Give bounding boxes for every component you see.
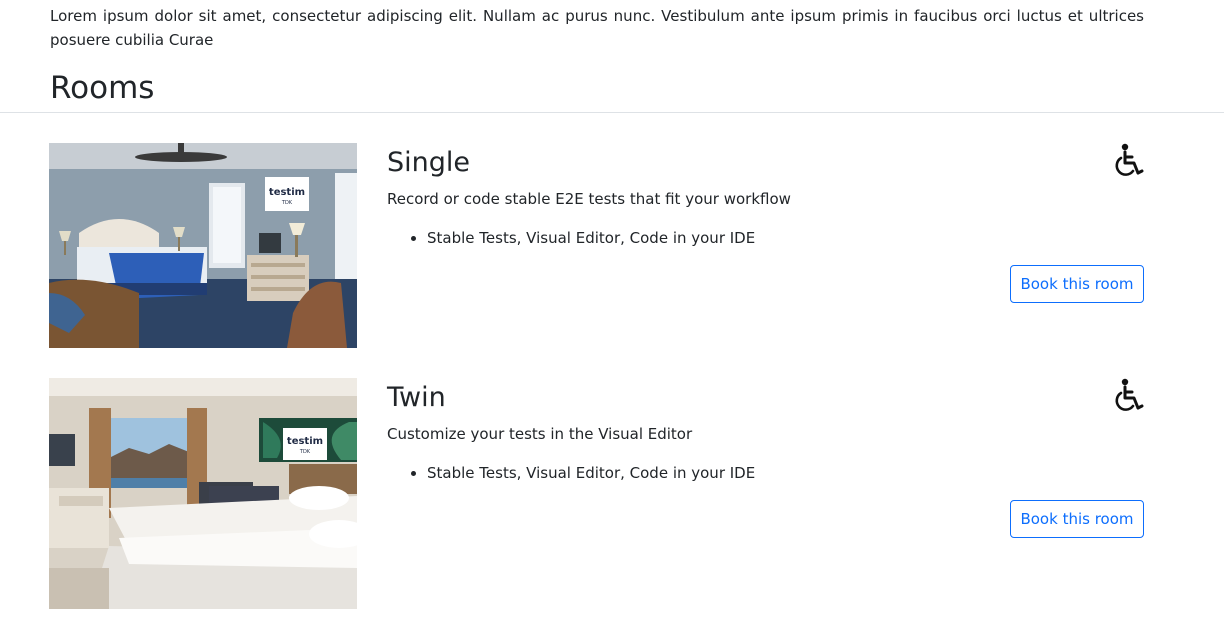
- room-photo: testim TDK: [49, 378, 357, 609]
- room-card-single: testim TDK Single Record or code stable …: [49, 143, 1144, 348]
- room-description: Customize your tests in the Visual Edito…: [387, 425, 693, 443]
- room-features-list: Stable Tests, Visual Editor, Code in you…: [387, 462, 755, 484]
- rooms-heading: Rooms: [50, 70, 155, 106]
- book-room-button[interactable]: Book this room: [1010, 500, 1144, 538]
- wheelchair-icon: [1112, 378, 1144, 412]
- room-name: Single: [387, 147, 471, 178]
- section-divider: [0, 112, 1224, 113]
- book-room-button[interactable]: Book this room: [1010, 265, 1144, 303]
- room-card-twin: testim TDK Twin Customize your tests in …: [49, 378, 1144, 609]
- room-feature-item: Stable Tests, Visual Editor, Code in you…: [427, 462, 755, 484]
- svg-text:testim: testim: [269, 187, 305, 198]
- wheelchair-icon: [1112, 143, 1144, 177]
- room-feature-item: Stable Tests, Visual Editor, Code in you…: [427, 227, 755, 249]
- svg-text:testim: testim: [287, 436, 323, 447]
- room-photo: testim TDK: [49, 143, 357, 348]
- room-description: Record or code stable E2E tests that fit…: [387, 190, 791, 208]
- page: Lorem ipsum dolor sit amet, consectetur …: [0, 0, 1224, 620]
- intro-paragraph: Lorem ipsum dolor sit amet, consectetur …: [50, 7, 1144, 49]
- svg-text:TDK: TDK: [299, 449, 311, 455]
- room-features-list: Stable Tests, Visual Editor, Code in you…: [387, 227, 755, 249]
- svg-text:TDK: TDK: [281, 200, 293, 206]
- room-name: Twin: [387, 382, 446, 413]
